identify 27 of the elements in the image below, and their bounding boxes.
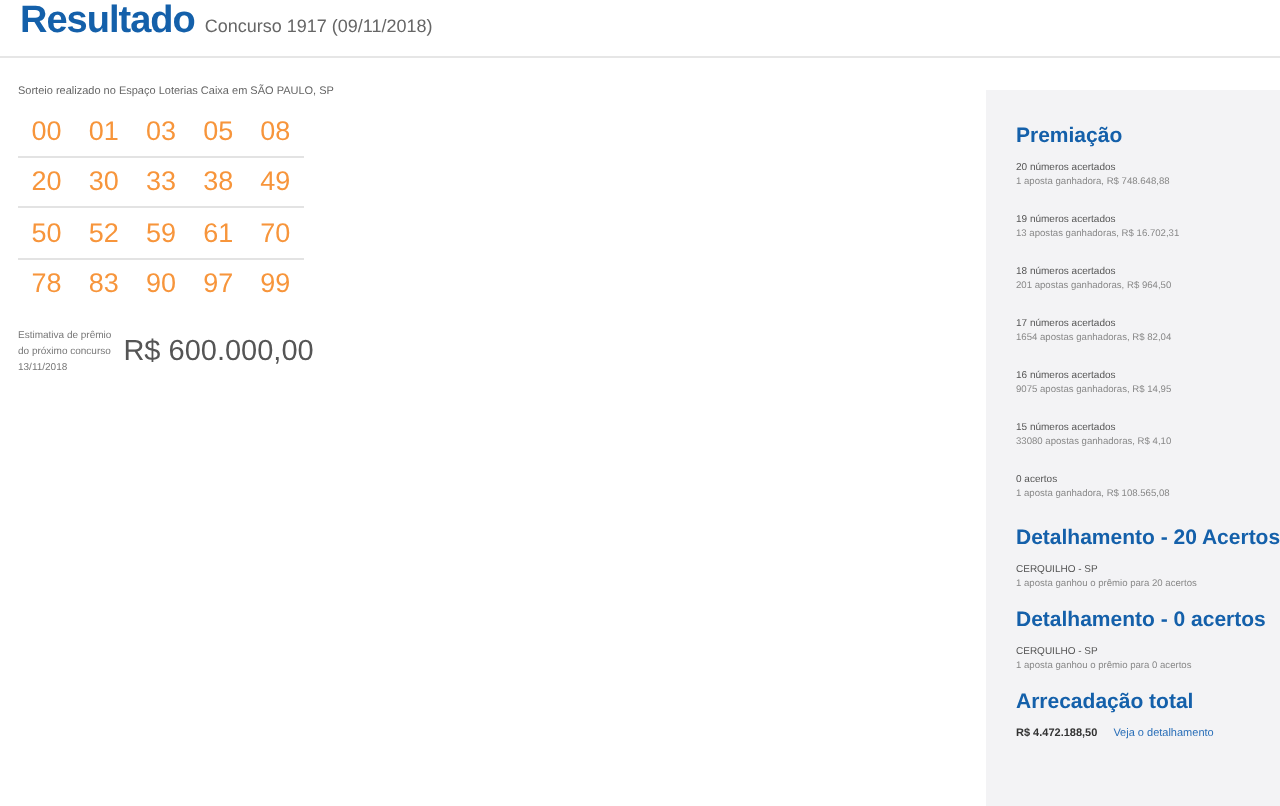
drawn-number: 00 bbox=[29, 115, 64, 146]
drawn-number: 70 bbox=[258, 217, 293, 248]
drawn-number: 33 bbox=[143, 166, 178, 197]
drawn-number: 97 bbox=[201, 268, 236, 299]
drawn-number: 38 bbox=[201, 166, 236, 197]
page-title: Resultado bbox=[20, 0, 195, 44]
drawn-number: 03 bbox=[143, 115, 178, 146]
estimate-value: R$ 600.000,00 bbox=[123, 336, 314, 368]
section-heading: Premiação bbox=[1016, 124, 1125, 148]
drawn-number: 01 bbox=[86, 115, 121, 146]
drawn-number: 50 bbox=[29, 217, 64, 248]
section-heading: Detalhamento - 20 Acertos bbox=[1016, 526, 1280, 550]
drawn-number: 99 bbox=[258, 268, 293, 299]
drawn-number: 30 bbox=[86, 166, 121, 197]
drawn-number: 52 bbox=[86, 217, 121, 248]
drawn-number: 90 bbox=[143, 268, 178, 299]
drawn-number: 59 bbox=[143, 217, 178, 248]
drawn-number: 49 bbox=[258, 166, 293, 197]
drawn-number: 61 bbox=[201, 217, 236, 248]
drawn-number: 20 bbox=[29, 166, 64, 197]
drawn-number: 05 bbox=[201, 115, 236, 146]
contest-subtitle: Concurso 1917 (09/11/2018) bbox=[204, 16, 433, 36]
section-heading: Detalhamento - 0 acertos bbox=[1016, 608, 1268, 632]
drawn-number: 83 bbox=[86, 268, 121, 299]
drawn-number: 78 bbox=[29, 268, 64, 299]
section-heading: Arrecadação total bbox=[1016, 690, 1196, 714]
drawn-number: 08 bbox=[258, 115, 293, 146]
